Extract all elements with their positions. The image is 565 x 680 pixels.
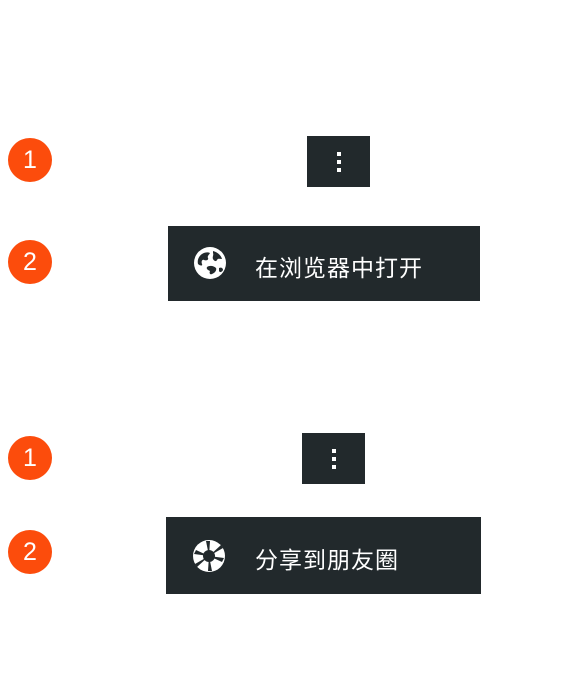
more-options-button[interactable] <box>307 136 370 187</box>
camera-shutter-icon <box>192 539 226 573</box>
menu-item-label: 在浏览器中打开 <box>255 256 423 282</box>
step-badge-1: 1 <box>8 436 52 480</box>
step-badge-1: 1 <box>8 138 52 182</box>
more-vertical-icon <box>331 448 336 469</box>
step-badge-2: 2 <box>8 530 52 574</box>
more-vertical-icon <box>336 151 341 172</box>
step-badge-2: 2 <box>8 240 52 284</box>
more-options-button[interactable] <box>302 433 365 484</box>
globe-icon <box>193 246 227 280</box>
open-in-browser-menu-item[interactable]: 在浏览器中打开 <box>168 226 480 301</box>
menu-item-label: 分享到朋友圈 <box>255 548 399 574</box>
share-to-moments-menu-item[interactable]: 分享到朋友圈 <box>166 517 481 594</box>
